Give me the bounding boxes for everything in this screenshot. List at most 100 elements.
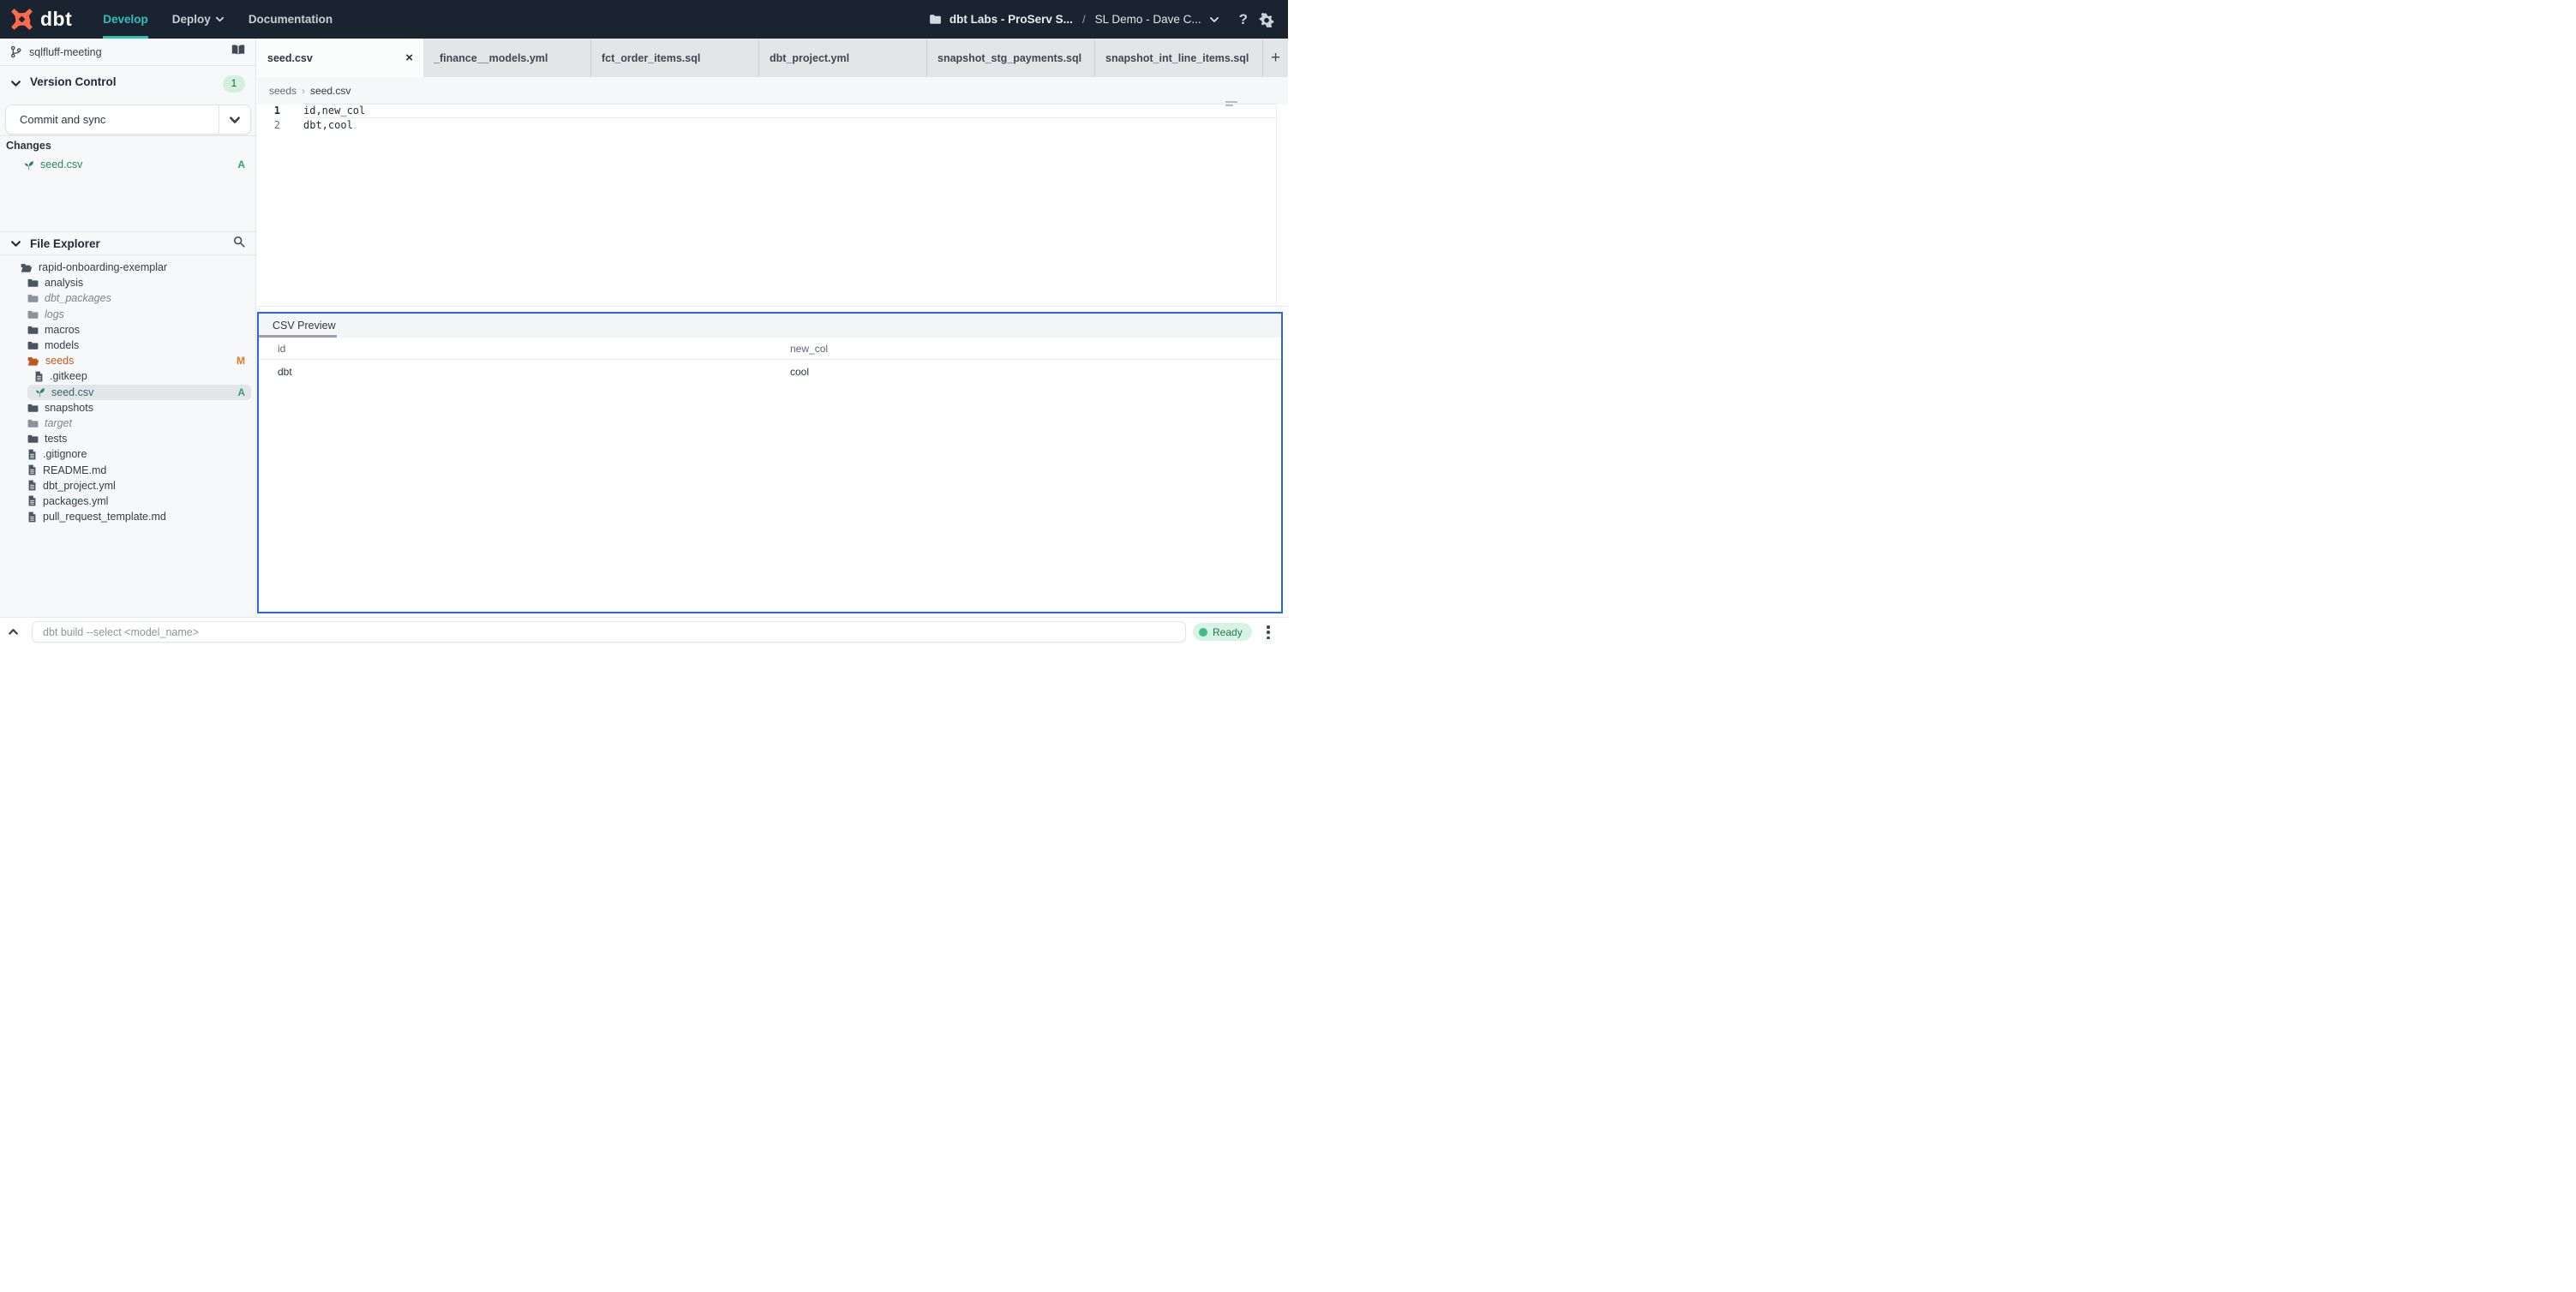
tree-item-project-root[interactable]: rapid-onboarding-exemplar	[0, 260, 255, 275]
folder-open-icon	[27, 356, 39, 367]
editor-tab-bar: seed.csv × _finance__models.yml fct_orde…	[257, 39, 1288, 77]
tree-item-folder[interactable]: tests	[0, 431, 255, 446]
git-branch-icon	[10, 45, 21, 58]
tree-item-folder[interactable]: dbt_packages	[0, 290, 255, 306]
search-icon[interactable]	[233, 236, 245, 252]
commit-button-label: Commit and sync	[20, 113, 106, 126]
line-number: 2	[273, 119, 280, 131]
folder-icon	[27, 418, 39, 428]
folder-icon	[27, 278, 39, 288]
tree-item-file[interactable]: .gitignore	[0, 446, 255, 462]
dbt-logo-icon	[10, 8, 33, 31]
file-explorer-header[interactable]: File Explorer	[0, 231, 255, 255]
tree-item-seed-csv[interactable]: seed.csv A	[0, 384, 255, 400]
branch-name: sqlfluff-meeting	[29, 45, 102, 58]
tab-snapshot-stg-payments-sql[interactable]: snapshot_stg_payments.sql	[927, 39, 1095, 77]
active-tab-underline	[259, 335, 337, 338]
help-icon[interactable]: ?	[1239, 11, 1248, 28]
file-icon	[27, 480, 37, 491]
table-cell: cool	[790, 366, 810, 378]
nav-develop[interactable]: Develop	[103, 0, 148, 39]
folder-icon	[27, 403, 39, 413]
commit-and-sync-button[interactable]: Commit and sync	[5, 105, 251, 135]
chevron-down-icon[interactable]	[1209, 15, 1219, 25]
project-folder-icon	[929, 13, 942, 26]
code-text: dbt,cool	[303, 119, 353, 131]
project-name[interactable]: dbt Labs - ProServ S...	[950, 13, 1073, 26]
file-icon	[34, 371, 44, 382]
tree-item-folder[interactable]: logs	[0, 307, 255, 322]
table-header-row: id new_col	[259, 338, 1281, 360]
column-header: id	[278, 342, 286, 355]
primary-nav: Develop Deploy Documentation	[103, 0, 332, 39]
app-header: dbt Develop Deploy Documentation dbt Lab…	[0, 0, 1288, 39]
code-text: id,new_col	[303, 105, 366, 117]
code-editor[interactable]: seeds › seed.csv 1 id,new_col 2 dbt,cool	[257, 77, 1288, 307]
nav-documentation[interactable]: Documentation	[249, 0, 332, 39]
chevron-down-icon	[10, 238, 21, 249]
tab-fct-order-items-sql[interactable]: fct_order_items.sql	[591, 39, 759, 77]
csv-preview-panel: CSV Preview id new_col dbt cool	[257, 312, 1283, 613]
minimap-divider	[1276, 105, 1277, 306]
commit-options-caret[interactable]	[219, 105, 250, 134]
minimap-line-mark	[1225, 101, 1237, 103]
tab-dbt-project-yml[interactable]: dbt_project.yml	[759, 39, 927, 77]
dbt-command-input[interactable]	[32, 621, 1186, 643]
nav-deploy[interactable]: Deploy	[172, 0, 225, 39]
version-control-title: Version Control	[30, 75, 117, 88]
tab-finance-models-yml[interactable]: _finance__models.yml	[423, 39, 591, 77]
tree-item-file[interactable]: packages.yml	[0, 493, 255, 509]
breadcrumb-file[interactable]: seed.csv	[310, 85, 350, 97]
folder-open-icon	[21, 262, 33, 273]
chevron-down-icon	[10, 78, 21, 89]
sidebar: sqlfluff-meeting Version Control 1 Commi…	[0, 39, 256, 617]
tree-item-folder[interactable]: target	[0, 416, 255, 431]
ready-status-text: Ready	[1213, 625, 1243, 638]
chevron-down-icon	[215, 15, 225, 24]
breadcrumb-dir[interactable]: seeds	[269, 85, 297, 97]
folder-icon	[27, 434, 39, 444]
command-bar: Ready	[0, 617, 1288, 646]
dbt-logo[interactable]: dbt	[10, 8, 72, 31]
csv-preview-tab[interactable]: CSV Preview	[273, 320, 336, 332]
code-line[interactable]: 2 dbt,cool	[257, 118, 1288, 133]
changes-count-badge: 1	[223, 75, 245, 93]
settings-gear-icon[interactable]	[1259, 12, 1274, 27]
environment-name[interactable]: SL Demo - Dave C...	[1095, 13, 1201, 26]
docs-book-icon[interactable]	[231, 44, 245, 60]
tree-item-folder[interactable]: analysis	[0, 275, 255, 290]
tree-item-seeds-folder[interactable]: seeds M	[0, 353, 255, 368]
git-status-badge: M	[237, 355, 245, 368]
new-tab-button[interactable]: +	[1263, 39, 1288, 77]
tree-item-file[interactable]: .gitkeep	[0, 368, 255, 384]
project-env-separator: /	[1081, 13, 1086, 26]
tree-item-file[interactable]: README.md	[0, 462, 255, 477]
changes-section-label: Changes	[6, 140, 51, 152]
csv-preview-tab-bar: CSV Preview	[259, 314, 1281, 338]
tree-item-folder[interactable]: models	[0, 338, 255, 353]
tree-item-file[interactable]: dbt_project.yml	[0, 478, 255, 493]
git-branch-row[interactable]: sqlfluff-meeting	[0, 39, 255, 65]
tree-item-folder[interactable]: macros	[0, 322, 255, 338]
chevron-up-icon[interactable]	[7, 625, 20, 643]
tab-snapshot-int-line-items-sql[interactable]: snapshot_int_line_items.sql	[1095, 39, 1263, 77]
file-icon	[27, 449, 37, 460]
code-line[interactable]: 1 id,new_col	[257, 104, 1288, 118]
ready-dot-icon	[1199, 627, 1207, 637]
file-icon	[27, 511, 37, 523]
folder-icon	[27, 293, 39, 303]
tab-seed-csv[interactable]: seed.csv ×	[257, 39, 423, 77]
status-badge: Ready	[1193, 623, 1252, 641]
tree-item-folder[interactable]: snapshots	[0, 400, 255, 416]
file-explorer-title: File Explorer	[30, 236, 100, 250]
folder-icon	[27, 340, 39, 350]
line-number: 1	[273, 105, 280, 117]
file-icon	[27, 464, 37, 476]
git-status-badge: A	[237, 159, 245, 170]
kebab-menu-icon[interactable]	[1261, 625, 1275, 640]
close-icon[interactable]: ×	[405, 51, 413, 65]
changed-file-row[interactable]: seed.csv A	[0, 155, 255, 174]
table-row: dbt cool	[259, 360, 1281, 384]
tree-item-file[interactable]: pull_request_template.md	[0, 509, 255, 524]
file-tree: rapid-onboarding-exemplar analysis dbt_p…	[0, 260, 255, 524]
